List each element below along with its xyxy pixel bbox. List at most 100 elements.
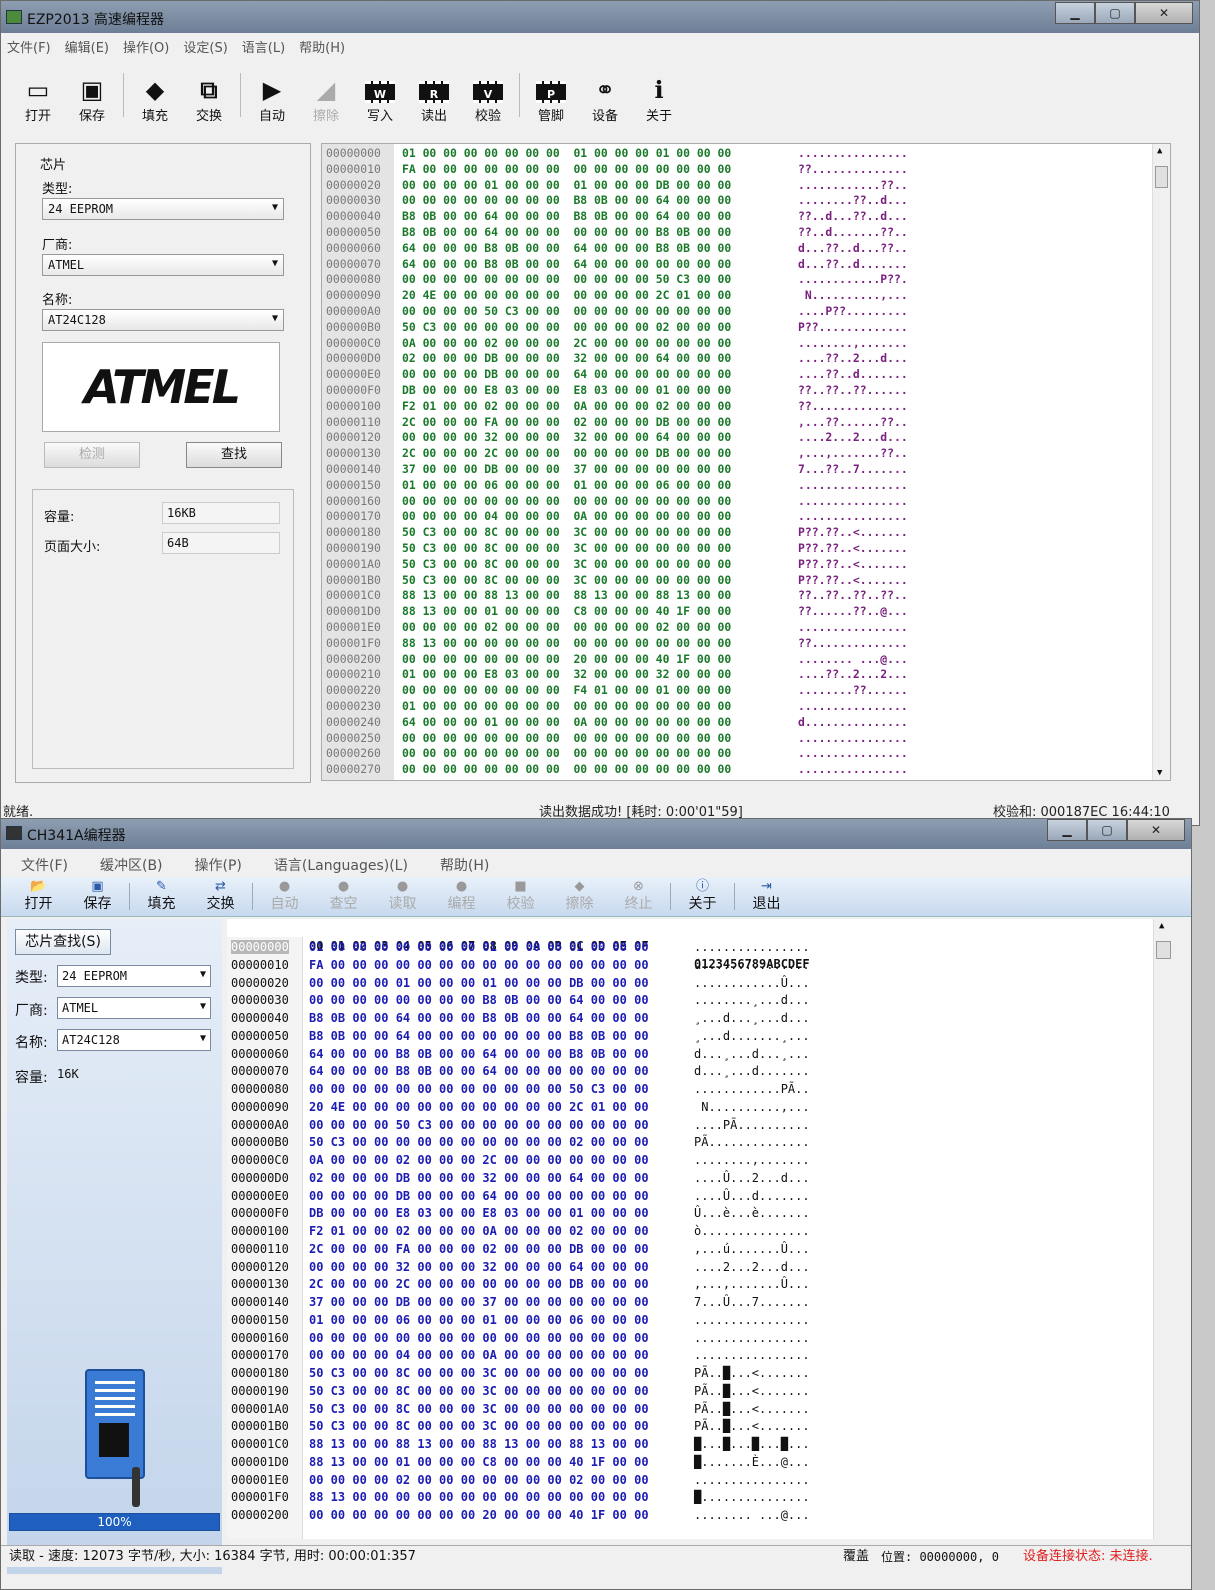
row-hex-bytes[interactable]: 00 00 00 00 02 00 00 00 00 00 00 00 02 0…: [309, 1472, 649, 1490]
hex-row[interactable]: 00000050 B8 0B 00 00 64 00 00 00 00 00 00…: [322, 225, 1170, 241]
hex-row[interactable]: 00000250 00 00 00 00 00 00 00 00 00 00 00…: [322, 730, 1170, 747]
row-ascii[interactable]: ....??..d.......: [798, 367, 908, 383]
hex-row[interactable]: 00000000 01 00 00 00 00 00 00 00 01 00 00…: [227, 939, 1153, 957]
menu-buffer[interactable]: 缓冲区(B): [100, 855, 163, 877]
hex-row[interactable]: 000000C0 0A 00 00 00 02 00 00 00 2C 00 00…: [322, 335, 1170, 352]
hex-row[interactable]: 00000100 F2 01 00 00 02 00 00 00 0A 00 00…: [227, 1223, 1153, 1241]
open-button[interactable]: 📂 打开: [9, 877, 68, 916]
row-ascii[interactable]: ............PÃ..: [694, 1081, 810, 1099]
row-ascii[interactable]: ................: [798, 746, 908, 762]
hex-row[interactable]: 00000080 00 00 00 00 00 00 00 00 00 00 00…: [322, 272, 1170, 289]
row-hex-bytes[interactable]: FA 00 00 00 00 00 00 00 00 00 00 00 00 0…: [402, 162, 731, 178]
row-hex-bytes[interactable]: B8 0B 00 00 64 00 00 00 00 00 00 00 B8 0…: [402, 225, 731, 241]
hex-row[interactable]: 00000240 64 00 00 00 01 00 00 00 0A 00 00…: [322, 714, 1170, 731]
row-ascii[interactable]: ........,.......: [694, 1152, 810, 1170]
ch341a-titlebar[interactable]: CH341A编程器 ▁ ▢ ✕: [1, 819, 1191, 849]
row-hex-bytes[interactable]: F2 01 00 00 02 00 00 00 0A 00 00 00 02 0…: [402, 399, 731, 415]
row-ascii[interactable]: ................: [798, 494, 908, 510]
row-hex-bytes[interactable]: B8 0B 00 00 64 00 00 00 B8 0B 00 00 64 0…: [402, 209, 731, 225]
hex-row[interactable]: 00000150 01 00 00 00 06 00 00 00 01 00 00…: [227, 1312, 1153, 1330]
open-button[interactable]: ▭ 打开: [11, 75, 65, 135]
row-hex-bytes[interactable]: 20 4E 00 00 00 00 00 00 00 00 00 00 2C 0…: [402, 288, 731, 304]
row-ascii[interactable]: ................: [798, 478, 908, 494]
row-hex-bytes[interactable]: 88 13 00 00 88 13 00 00 88 13 00 00 88 1…: [309, 1436, 649, 1454]
row-ascii[interactable]: ........??......: [798, 683, 908, 699]
save-button[interactable]: ▣ 保存: [65, 75, 119, 135]
row-hex-bytes[interactable]: 00 00 00 00 32 00 00 00 32 00 00 00 64 0…: [402, 430, 731, 446]
row-hex-bytes[interactable]: DB 00 00 00 E8 03 00 00 E8 03 00 00 01 0…: [402, 383, 731, 399]
row-ascii[interactable]: PÃ..█...<.......: [694, 1401, 810, 1419]
hex-row[interactable]: 00000050 B8 0B 00 00 64 00 00 00 00 00 00…: [227, 1028, 1153, 1046]
row-ascii[interactable]: P??.??..<.......: [798, 525, 908, 541]
vertical-scrollbar[interactable]: ▲ ▼: [1152, 144, 1170, 780]
hex-row[interactable]: 00000190 50 C3 00 00 8C 00 00 00 3C 00 00…: [322, 541, 1170, 557]
type-select[interactable]: 24 EEPROM ▼: [57, 965, 211, 987]
hex-row[interactable]: 00000180 50 C3 00 00 8C 00 00 00 3C 00 00…: [322, 525, 1170, 541]
row-hex-bytes[interactable]: 50 C3 00 00 8C 00 00 00 3C 00 00 00 00 0…: [402, 525, 731, 541]
row-ascii[interactable]: ??..............: [798, 162, 908, 178]
hex-row[interactable]: 000001B0 50 C3 00 00 8C 00 00 00 3C 00 00…: [322, 572, 1170, 589]
row-ascii[interactable]: P??.??..<.......: [798, 541, 908, 557]
row-ascii[interactable]: PÃ..█...<.......: [694, 1383, 810, 1401]
row-hex-bytes[interactable]: 50 C3 00 00 00 00 00 00 00 00 00 00 02 0…: [402, 320, 731, 336]
hex-row[interactable]: 00000020 00 00 00 00 01 00 00 00 01 00 00…: [227, 975, 1153, 993]
hex-row[interactable]: 00000070 64 00 00 00 B8 0B 00 00 64 00 00…: [322, 256, 1170, 273]
row-ascii[interactable]: █...............: [694, 1489, 810, 1507]
hex-row[interactable]: 00000170 00 00 00 00 04 00 00 00 0A 00 00…: [322, 509, 1170, 526]
verify-button[interactable]: V 校验: [461, 75, 515, 135]
row-hex-bytes[interactable]: 88 13 00 00 00 00 00 00 00 00 00 00 00 0…: [402, 636, 731, 652]
hex-row[interactable]: 00000060 64 00 00 00 B8 0B 00 00 64 00 00…: [227, 1046, 1153, 1064]
row-ascii[interactable]: ??..............: [798, 399, 908, 415]
row-ascii[interactable]: ................: [798, 509, 908, 525]
row-hex-bytes[interactable]: 37 00 00 00 DB 00 00 00 37 00 00 00 00 0…: [309, 1294, 649, 1312]
row-hex-bytes[interactable]: 00 00 00 00 00 00 00 00 20 00 00 00 40 1…: [402, 652, 731, 668]
erase-button[interactable]: ◢ 擦除: [299, 75, 353, 135]
hex-row[interactable]: 00000140 37 00 00 00 DB 00 00 00 37 00 00…: [227, 1294, 1153, 1312]
row-ascii[interactable]: P??.??..<.......: [798, 573, 908, 589]
row-hex-bytes[interactable]: 64 00 00 00 B8 0B 00 00 64 00 00 00 B8 0…: [309, 1046, 649, 1064]
hex-row[interactable]: 00000160 00 00 00 00 00 00 00 00 00 00 00…: [227, 1330, 1153, 1348]
row-hex-bytes[interactable]: 01 00 00 00 E8 03 00 00 32 00 00 00 32 0…: [402, 667, 731, 683]
hex-row[interactable]: 00000090 20 4E 00 00 00 00 00 00 00 00 00…: [322, 288, 1170, 304]
hex-row[interactable]: 00000070 64 00 00 00 B8 0B 00 00 64 00 00…: [227, 1063, 1153, 1081]
hex-editor[interactable]: 00000000 01 00 00 00 00 00 00 00 01 00 00…: [321, 143, 1171, 781]
row-ascii[interactable]: ??..d.......??..: [798, 225, 908, 241]
menu-language[interactable]: 语言(L): [242, 37, 285, 59]
row-ascii[interactable]: ................: [798, 146, 908, 162]
row-hex-bytes[interactable]: 00 00 00 00 02 00 00 00 00 00 00 00 02 0…: [402, 620, 731, 636]
name-select[interactable]: AT24C128 ▼: [42, 309, 284, 331]
chip-find-button[interactable]: 芯片查找(S): [15, 929, 111, 955]
erase-button[interactable]: ◆ 擦除: [550, 877, 609, 916]
scroll-thumb[interactable]: [1155, 166, 1168, 188]
row-hex-bytes[interactable]: 00 00 00 00 01 00 00 00 01 00 00 00 DB 0…: [402, 178, 731, 194]
row-hex-bytes[interactable]: 64 00 00 00 B8 0B 00 00 64 00 00 00 00 0…: [309, 1063, 649, 1081]
row-hex-bytes[interactable]: 00 00 00 00 50 C3 00 00 00 00 00 00 00 0…: [309, 1117, 649, 1135]
menu-help[interactable]: 帮助(H): [299, 37, 345, 59]
hex-row[interactable]: 000001D0 88 13 00 00 01 00 00 00 C8 00 00…: [322, 604, 1170, 620]
row-ascii[interactable]: ....2...2...d...: [694, 1259, 810, 1277]
row-hex-bytes[interactable]: 00 00 00 00 00 00 00 00 B8 0B 00 00 64 0…: [309, 992, 649, 1010]
row-hex-bytes[interactable]: 50 C3 00 00 8C 00 00 00 3C 00 00 00 00 0…: [402, 541, 731, 557]
name-select[interactable]: AT24C128 ▼: [57, 1029, 211, 1051]
row-hex-bytes[interactable]: 02 00 00 00 DB 00 00 00 32 00 00 00 64 0…: [402, 351, 731, 367]
row-ascii[interactable]: ??......??..@...: [798, 604, 908, 620]
row-ascii[interactable]: ........¸...d...: [694, 992, 810, 1010]
row-ascii[interactable]: ................: [694, 1312, 810, 1330]
row-hex-bytes[interactable]: 00 00 00 00 00 00 00 00 00 00 00 00 00 0…: [309, 1330, 649, 1348]
hex-row[interactable]: 000000F0 DB 00 00 00 E8 03 00 00 E8 03 00…: [227, 1205, 1153, 1223]
row-hex-bytes[interactable]: 88 13 00 00 00 00 00 00 00 00 00 00 00 0…: [309, 1489, 649, 1507]
swap-button[interactable]: ⇄ 交换: [191, 877, 250, 916]
row-ascii[interactable]: ....2...2...d...: [798, 430, 908, 446]
row-hex-bytes[interactable]: 64 00 00 00 B8 0B 00 00 64 00 00 00 B8 0…: [402, 241, 731, 257]
row-ascii[interactable]: ....??..2...d...: [798, 351, 908, 367]
scroll-thumb[interactable]: [1156, 941, 1171, 959]
row-ascii[interactable]: d...............: [798, 715, 908, 731]
hex-row[interactable]: 00000120 00 00 00 00 32 00 00 00 32 00 00…: [322, 430, 1170, 447]
hex-row[interactable]: 000000B0 50 C3 00 00 00 00 00 00 00 00 00…: [322, 319, 1170, 336]
minimize-button[interactable]: ▁: [1055, 2, 1095, 24]
maximize-button[interactable]: ▢: [1087, 819, 1127, 841]
write-button[interactable]: W 写入: [353, 75, 407, 135]
hex-row[interactable]: 00000160 00 00 00 00 00 00 00 00 00 00 00…: [322, 493, 1170, 510]
pin-button[interactable]: P 管脚: [524, 75, 578, 135]
row-ascii[interactable]: ....PÃ..........: [694, 1117, 810, 1135]
